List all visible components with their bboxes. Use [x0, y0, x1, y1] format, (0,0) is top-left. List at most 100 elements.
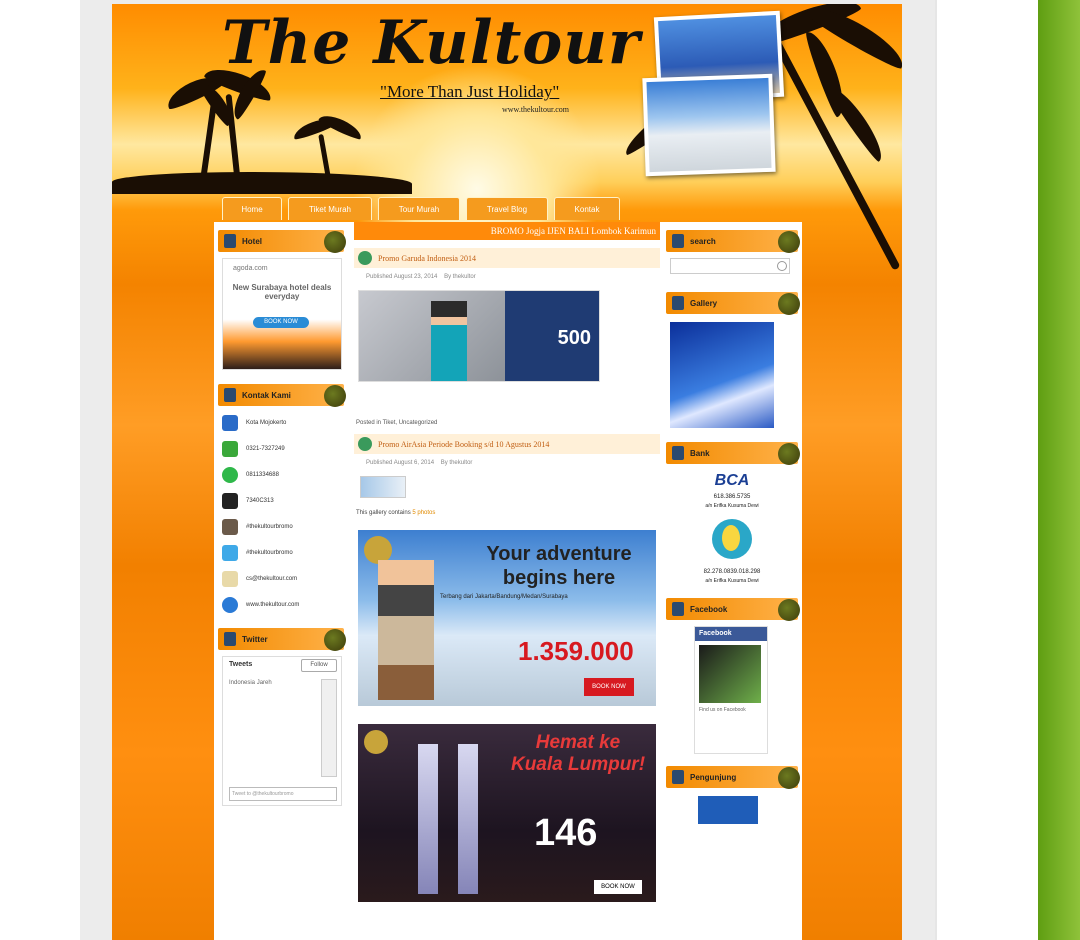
- gallery-image[interactable]: [670, 322, 774, 428]
- green-side-strip: [1038, 0, 1080, 940]
- visitor-counter[interactable]: [698, 796, 758, 824]
- widget-title: Pengunjung: [690, 772, 737, 782]
- facebook-label: Facebook: [695, 627, 767, 641]
- tweet-account: Indonesia Jareh: [229, 680, 272, 686]
- post-title-link[interactable]: Promo AirAsia Periode Booking s/d 10 Agu…: [378, 440, 549, 449]
- person-icon: [672, 446, 684, 460]
- post-icon: [358, 437, 372, 451]
- post-author[interactable]: By thekultor: [441, 460, 473, 466]
- facebook-widget[interactable]: Facebook Find us on Facebook: [694, 626, 768, 754]
- site-url: www.thekultour.com: [502, 105, 570, 114]
- person-icon: [224, 234, 236, 248]
- widget-header-search: search: [666, 230, 800, 253]
- follow-button[interactable]: Follow: [301, 659, 337, 672]
- contact-item: Kota Mojokerto: [222, 410, 344, 436]
- coconut-icon: [778, 231, 800, 253]
- nav-home[interactable]: Home: [222, 197, 282, 220]
- kuala-lumpur-ad[interactable]: Hemat ke Kuala Lumpur! 146 BOOK NOW: [358, 724, 656, 902]
- hiker-figure: [378, 560, 434, 700]
- search-input[interactable]: [670, 258, 790, 274]
- frame-right-gap: [935, 0, 997, 940]
- promo-panel: 500: [505, 291, 599, 381]
- gallery-text: This gallery contains: [356, 510, 411, 516]
- widget-header-bank: Bank: [666, 442, 800, 465]
- widget-title: Twitter: [242, 634, 268, 644]
- contact-text: 0321-7327249: [246, 446, 285, 452]
- hotel-ad-banner[interactable]: agoda.com New Surabaya hotel deals every…: [222, 258, 342, 370]
- bank-account-holder: a/n Erifka Kusuma Dewi: [705, 503, 759, 509]
- twitter-scrollbar[interactable]: [321, 679, 337, 777]
- widget-title: Kontak Kami: [242, 390, 291, 400]
- coconut-icon: [778, 443, 800, 465]
- contact-item: 0811334688: [222, 462, 344, 488]
- person-icon: [224, 632, 236, 646]
- twitter-widget: Tweets Follow Indonesia Jareh Tweet to @…: [222, 656, 342, 806]
- post-title-link[interactable]: Promo Garuda Indonesia 2014: [378, 254, 476, 263]
- twin-tower-left: [418, 744, 438, 894]
- bank-account-number: 82.278.0839.018.298: [703, 569, 761, 575]
- nav-travel-blog[interactable]: Travel Blog: [466, 197, 548, 220]
- contact-item: #thekultourbromo: [222, 540, 344, 566]
- book-now-button[interactable]: BOOK NOW: [584, 678, 634, 696]
- person-icon: [672, 602, 684, 616]
- website-screenshot: The Kultour "More Than Just Holiday" www…: [112, 4, 902, 940]
- ad-headline: Your adventure begins here: [486, 543, 632, 589]
- facebook-caption[interactable]: Find us on Facebook: [699, 707, 767, 714]
- promo-value: 500: [557, 327, 591, 349]
- contact-text: 7340C313: [246, 498, 274, 504]
- contact-item: cs@thekultour.com: [222, 566, 344, 592]
- ad-book-button[interactable]: BOOK NOW: [253, 317, 309, 328]
- destination-marquee: BROMO Jogja IJEN BALI Lombok Karimun: [354, 222, 660, 240]
- contact-list: Kota Mojokerto 0321-7327249 0811334688 7…: [218, 410, 344, 618]
- post-author[interactable]: By thekultor: [444, 274, 476, 280]
- bank-account-holder: a/n Erifka Kusuma Dewi: [705, 578, 759, 584]
- post-date: Published August 6, 2014: [366, 460, 435, 466]
- garuda-promo-image[interactable]: 500: [358, 290, 600, 382]
- book-now-button[interactable]: BOOK NOW: [594, 880, 642, 894]
- phone-icon: [222, 441, 238, 457]
- tweet-input[interactable]: Tweet to @thekultourbromo: [229, 787, 337, 801]
- coconut-icon: [324, 385, 346, 407]
- nav-tiket-murah[interactable]: Tiket Murah: [288, 197, 372, 220]
- ad-headline: Hemat ke Kuala Lumpur!: [510, 732, 646, 775]
- home-icon: [222, 415, 238, 431]
- contact-item: #thekultourbromo: [222, 514, 344, 540]
- twin-tower-right: [458, 744, 478, 894]
- airasia-adventure-ad[interactable]: Your adventure begins here Terbang dari …: [358, 530, 656, 706]
- main-navigation: Home Tiket Murah Tour Murah Travel Blog …: [222, 197, 620, 221]
- bbm-icon: [222, 493, 238, 509]
- nav-tour-murah[interactable]: Tour Murah: [378, 197, 460, 220]
- whatsapp-icon: [222, 467, 238, 483]
- nav-kontak[interactable]: Kontak: [554, 197, 620, 220]
- contact-text: Kota Mojokerto: [246, 420, 287, 426]
- contact-item: 7340C313: [222, 488, 344, 514]
- post-categories[interactable]: Posted in Tiket, Uncategorized: [356, 420, 660, 426]
- gallery-link[interactable]: 5 photos: [412, 510, 435, 516]
- person-icon: [224, 388, 236, 402]
- left-sidebar: Hotel agoda.com New Surabaya hotel deals…: [218, 222, 346, 806]
- post-meta: Published August 6, 2014 By thekultor: [366, 460, 660, 466]
- contact-text: #thekultourbromo: [246, 524, 293, 530]
- gallery-thumbnail[interactable]: [360, 476, 406, 498]
- widget-title: Bank: [690, 448, 710, 458]
- site-logo-title[interactable]: The Kultour: [222, 8, 641, 78]
- contact-text: #thekultourbromo: [246, 550, 293, 556]
- person-icon: [672, 234, 684, 248]
- stewardess-figure: [431, 301, 467, 381]
- ad-subtext: Terbang dari Jakarta/Bandung/Medan/Surab…: [440, 594, 568, 600]
- contact-text: 0811334688: [246, 472, 279, 478]
- mail-icon: [222, 571, 238, 587]
- widget-header-gallery: Gallery: [666, 292, 800, 315]
- bank-account-number: 618.386.5735: [713, 494, 751, 500]
- gallery-caption: This gallery contains 5 photos: [356, 510, 660, 516]
- coconut-icon: [778, 599, 800, 621]
- widget-title: Facebook: [690, 604, 728, 614]
- header-photo-front: [642, 73, 776, 177]
- widget-title: Gallery: [690, 298, 718, 308]
- coconut-icon: [324, 231, 346, 253]
- search-icon[interactable]: [777, 261, 787, 271]
- web-icon: [222, 597, 238, 613]
- ad-headline: New Surabaya hotel deals everyday: [232, 283, 332, 301]
- coconut-icon: [778, 293, 800, 315]
- contact-item: www.thekultour.com: [222, 592, 344, 618]
